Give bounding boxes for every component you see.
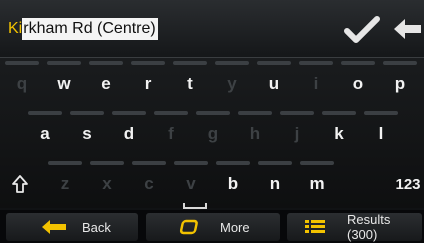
results-button[interactable]: Results (300) <box>287 212 422 242</box>
key-top-edge <box>154 111 188 115</box>
key-top-edge <box>173 61 207 65</box>
on-screen-keyboard: qwertyuiop asdfghjkl 123 zxcvbnm <box>0 58 424 209</box>
key-a[interactable]: a <box>25 111 65 154</box>
key-top-edge <box>341 61 375 65</box>
key-p[interactable]: p <box>380 61 420 104</box>
key-h: h <box>235 111 275 154</box>
search-input[interactable]: Ki rkham Rd (Centre) <box>8 18 158 40</box>
key-c: c <box>129 161 169 204</box>
key-top-edge <box>383 61 417 65</box>
key-top-edge <box>364 111 398 115</box>
typed-text: Ki <box>8 20 23 37</box>
keyboard-row-1: qwertyuiop <box>0 61 424 104</box>
key-e[interactable]: e <box>86 61 126 104</box>
backspace-button[interactable] <box>392 16 422 42</box>
key-top-edge <box>322 111 356 115</box>
key-x: x <box>87 161 127 204</box>
key-top-edge <box>47 61 81 65</box>
key-q: q <box>2 61 42 104</box>
shift-arrow-icon <box>12 175 28 193</box>
key-b[interactable]: b <box>213 161 253 204</box>
backspace-arrow-icon <box>394 19 421 39</box>
key-u[interactable]: u <box>254 61 294 104</box>
keyboard-row-3: 123 zxcvbnm <box>0 161 424 204</box>
key-top-edge <box>48 161 82 165</box>
shift-key[interactable] <box>2 164 38 204</box>
checkmark-icon <box>344 16 380 43</box>
key-z: z <box>45 161 85 204</box>
key-w[interactable]: w <box>44 61 84 104</box>
key-top-edge <box>280 111 314 115</box>
key-r[interactable]: r <box>128 61 168 104</box>
key-y: y <box>212 61 252 104</box>
key-top-edge <box>215 61 249 65</box>
key-t[interactable]: t <box>170 61 210 104</box>
key-k[interactable]: k <box>319 111 359 154</box>
bottom-bar: Back More Results (300) <box>0 210 424 243</box>
back-button[interactable]: Back <box>6 213 138 241</box>
search-input-bar: Ki rkham Rd (Centre) <box>0 0 424 58</box>
key-j: j <box>277 111 317 154</box>
key-top-edge <box>112 111 146 115</box>
key-n[interactable]: n <box>255 161 295 204</box>
key-f: f <box>151 111 191 154</box>
back-button-label: Back <box>82 219 111 235</box>
key-top-edge <box>70 111 104 115</box>
key-top-edge <box>299 61 333 65</box>
key-m[interactable]: m <box>297 161 337 204</box>
results-button-label: Results (300) <box>347 212 391 242</box>
more-button-label: More <box>220 219 250 235</box>
key-top-edge <box>90 161 124 165</box>
key-top-edge <box>174 161 208 165</box>
numbers-key[interactable]: 123 <box>392 164 424 204</box>
key-top-edge <box>89 61 123 65</box>
key-o[interactable]: o <box>338 61 378 104</box>
key-top-edge <box>196 111 230 115</box>
back-arrow-icon <box>42 220 66 234</box>
key-s[interactable]: s <box>67 111 107 154</box>
spacebar-icon[interactable] <box>183 203 207 209</box>
key-top-edge <box>238 111 272 115</box>
list-icon <box>305 220 325 233</box>
confirm-button[interactable] <box>343 14 381 46</box>
key-l[interactable]: l <box>361 111 401 154</box>
key-d[interactable]: d <box>109 111 149 154</box>
keyboard-search-screen: Ki rkham Rd (Centre) qwertyuiop asdfghjkl… <box>0 0 424 243</box>
key-top-edge <box>257 61 291 65</box>
key-top-edge <box>132 161 166 165</box>
more-button[interactable]: More <box>146 213 280 241</box>
autocomplete-suggestion[interactable]: rkham Rd (Centre) <box>22 18 158 40</box>
key-top-edge <box>131 61 165 65</box>
key-top-edge <box>216 161 250 165</box>
key-top-edge <box>258 161 292 165</box>
key-top-edge <box>300 161 334 165</box>
more-square-icon <box>179 219 198 235</box>
keyboard-row-2: asdfghjkl <box>0 111 424 154</box>
key-top-edge <box>28 111 62 115</box>
key-v: v <box>171 161 211 204</box>
key-top-edge <box>5 61 39 65</box>
key-i: i <box>296 61 336 104</box>
key-g: g <box>193 111 233 154</box>
